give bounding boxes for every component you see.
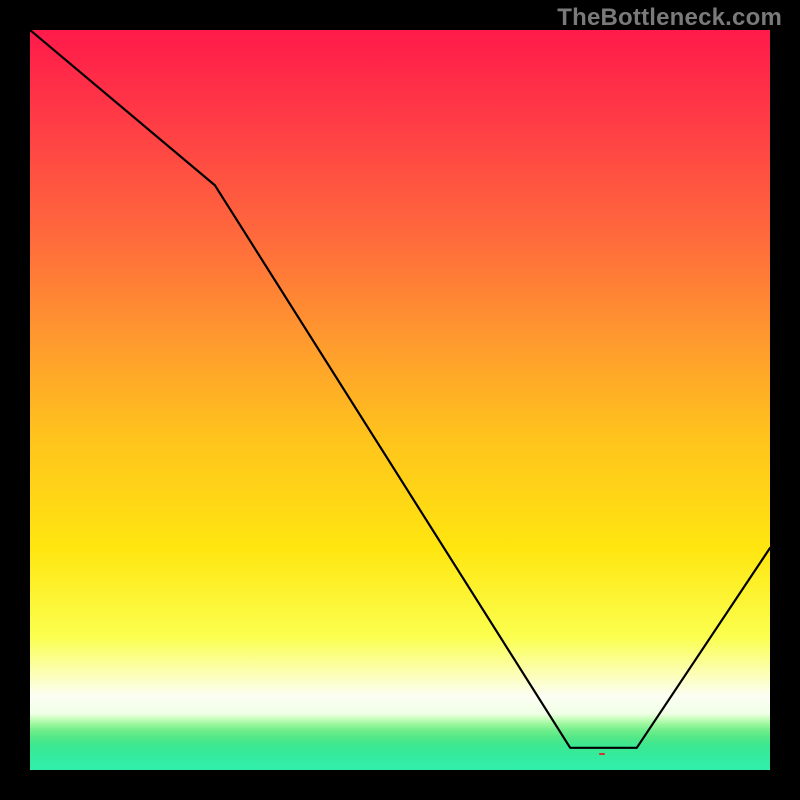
bottleneck-curve (30, 30, 770, 770)
marker-wrap (562, 742, 642, 760)
chart-frame: TheBottleneck.com (0, 0, 800, 800)
watermark-label: TheBottleneck.com (557, 4, 782, 32)
plot-area (30, 30, 770, 770)
marker-label (599, 753, 605, 755)
